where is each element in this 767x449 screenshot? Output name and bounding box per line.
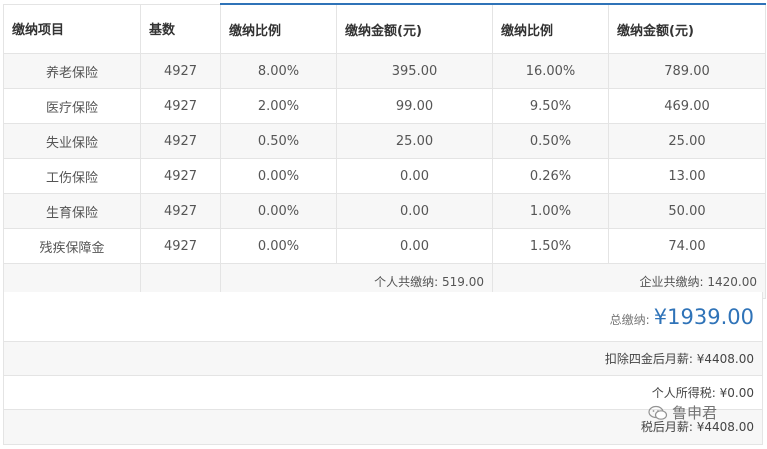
row-company-amount: 789.00 <box>608 53 766 89</box>
table-row: 失业保险 4927 0.50% 25.00 0.50% 25.00 <box>3 123 766 159</box>
row-personal-rate: 0.50% <box>220 123 337 159</box>
row-item: 残疾保障金 <box>3 228 141 264</box>
header-personal-rate: 缴纳比例 <box>220 3 337 54</box>
salary-calculator-result: 缴纳项目 基数 缴纳比例 缴纳金额(元) 缴纳比例 缴纳金额(元) 养老保险 4… <box>0 0 767 449</box>
row-base: 4927 <box>140 228 221 264</box>
table-header-row: 缴纳项目 基数 缴纳比例 缴纳金额(元) 缴纳比例 缴纳金额(元) <box>3 3 766 54</box>
row-company-amount: 50.00 <box>608 193 766 229</box>
row-item: 失业保险 <box>3 123 141 159</box>
insurance-table: 缴纳项目 基数 缴纳比例 缴纳金额(元) 缴纳比例 缴纳金额(元) 养老保险 4… <box>3 3 766 299</box>
grand-total-label: 总缴纳: <box>609 313 650 327</box>
row-base: 4927 <box>140 53 221 89</box>
row-personal-rate: 2.00% <box>220 88 337 124</box>
row-personal-amount: 0.00 <box>336 193 493 229</box>
table-row: 医疗保险 4927 2.00% 99.00 9.50% 469.00 <box>3 88 766 124</box>
table-row: 残疾保障金 4927 0.00% 0.00 1.50% 74.00 <box>3 228 766 264</box>
grand-total-row: 总缴纳: ¥1939.00 <box>3 292 763 342</box>
header-item: 缴纳项目 <box>3 3 141 54</box>
row-company-amount: 469.00 <box>608 88 766 124</box>
row-company-rate: 16.00% <box>492 53 609 89</box>
row-company-amount: 25.00 <box>608 123 766 159</box>
table-row: 工伤保险 4927 0.00% 0.00 0.26% 13.00 <box>3 158 766 194</box>
row-company-rate: 1.00% <box>492 193 609 229</box>
table-row: 养老保险 4927 8.00% 395.00 16.00% 789.00 <box>3 53 766 89</box>
watermark-text: 鲁申君 <box>672 404 718 422</box>
row-company-rate: 9.50% <box>492 88 609 124</box>
header-company-rate: 缴纳比例 <box>492 3 609 54</box>
row-personal-rate: 0.00% <box>220 158 337 194</box>
row-item: 工伤保险 <box>3 158 141 194</box>
row-base: 4927 <box>140 88 221 124</box>
row-personal-amount: 0.00 <box>336 228 493 264</box>
row-company-rate: 0.50% <box>492 123 609 159</box>
row-personal-rate: 0.00% <box>220 193 337 229</box>
grand-total-value: ¥1939.00 <box>653 305 754 329</box>
header-base: 基数 <box>140 3 221 54</box>
row-personal-amount: 99.00 <box>336 88 493 124</box>
row-item: 医疗保险 <box>3 88 141 124</box>
row-personal-amount: 25.00 <box>336 123 493 159</box>
row-personal-rate: 0.00% <box>220 228 337 264</box>
row-personal-rate: 8.00% <box>220 53 337 89</box>
header-personal-amount: 缴纳金额(元) <box>336 3 493 54</box>
row-base: 4927 <box>140 123 221 159</box>
row-company-rate: 1.50% <box>492 228 609 264</box>
after-funds-salary: 扣除四金后月薪: ¥4408.00 <box>3 342 763 376</box>
row-base: 4927 <box>140 193 221 229</box>
row-company-amount: 74.00 <box>608 228 766 264</box>
header-company-amount: 缴纳金额(元) <box>608 3 766 54</box>
row-company-rate: 0.26% <box>492 158 609 194</box>
row-item: 生育保险 <box>3 193 141 229</box>
table-row: 生育保险 4927 0.00% 0.00 1.00% 50.00 <box>3 193 766 229</box>
row-personal-amount: 0.00 <box>336 158 493 194</box>
row-company-amount: 13.00 <box>608 158 766 194</box>
row-personal-amount: 395.00 <box>336 53 493 89</box>
wechat-icon <box>648 405 668 420</box>
row-item: 养老保险 <box>3 53 141 89</box>
watermark: 鲁申君 <box>648 402 717 423</box>
row-base: 4927 <box>140 158 221 194</box>
